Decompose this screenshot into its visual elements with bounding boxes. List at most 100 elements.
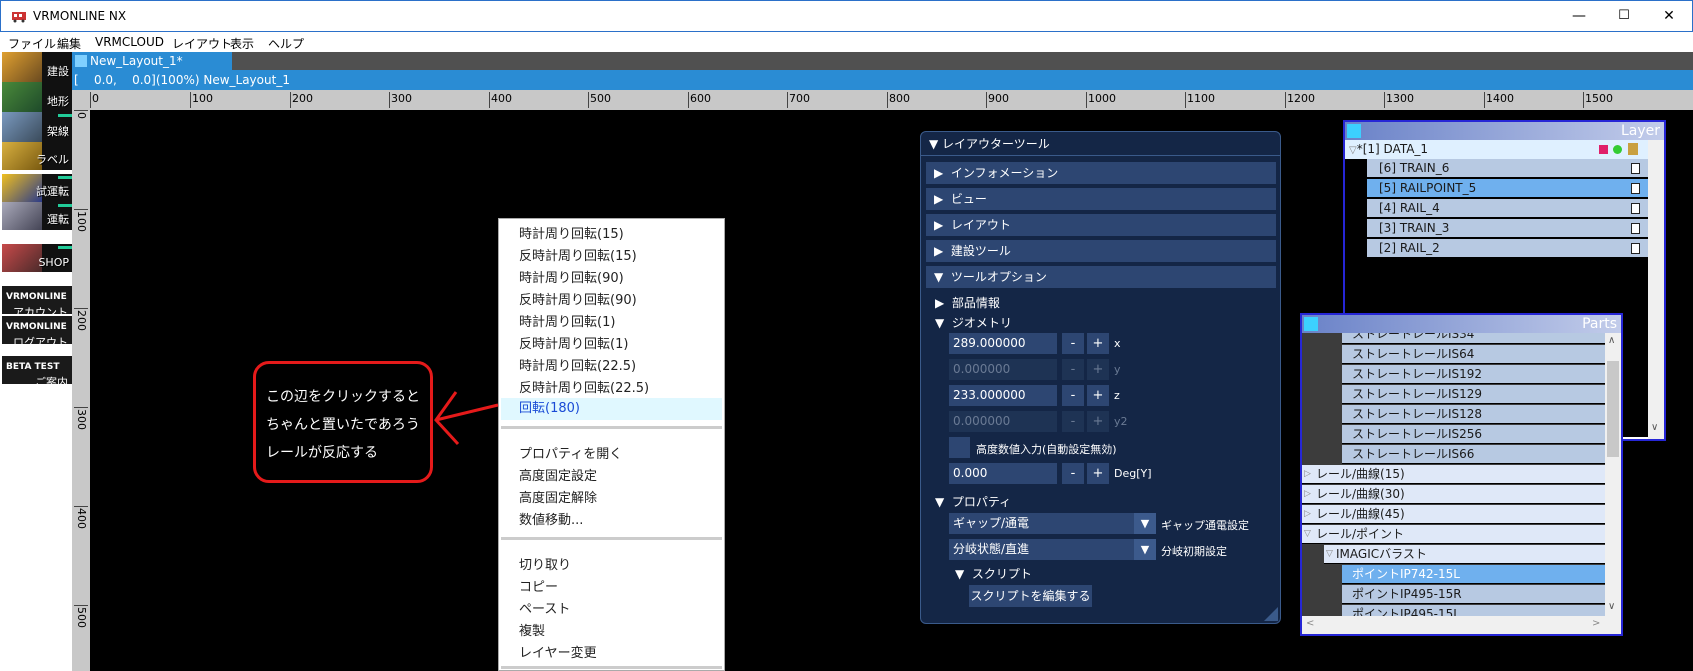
parts-info-node[interactable]: ▶ 部品情報 xyxy=(935,294,1000,311)
layer-item[interactable]: [4] RAIL_4 xyxy=(1367,199,1648,218)
section-information[interactable]: ▶ インフォメーション xyxy=(926,162,1276,184)
layer-item[interactable]: [5] RAILPOINT_5 xyxy=(1367,179,1648,198)
logout-button[interactable]: VRMONLINE ログアウト xyxy=(2,316,72,344)
layer-item[interactable]: [3] TRAIN_3 xyxy=(1367,219,1648,238)
resize-grip-icon[interactable] xyxy=(1264,607,1278,621)
geometry-x-input[interactable]: 289.000000 xyxy=(949,333,1057,354)
parts-window-caption[interactable]: Parts xyxy=(1302,315,1621,333)
z-minus-button[interactable]: - xyxy=(1062,385,1084,406)
menu-item-rotate-ccw-90[interactable]: 反時計周り回転(90) xyxy=(519,289,637,308)
part-item[interactable]: ストレートレールIS129 xyxy=(1342,385,1605,404)
lock-icon[interactable] xyxy=(1628,143,1638,155)
menu-item-paste[interactable]: ペースト xyxy=(519,598,570,617)
deg-minus-button[interactable]: - xyxy=(1062,463,1084,484)
menu-item-rotate-cw-90[interactable]: 時計周り回転(90) xyxy=(519,267,624,286)
scroll-thumb[interactable] xyxy=(1607,361,1619,457)
minimize-button[interactable]: — xyxy=(1556,1,1602,31)
sidebar-item-label[interactable]: ラベル xyxy=(2,142,72,170)
section-layout[interactable]: ▶ レイアウト xyxy=(926,214,1276,236)
deg-y-input[interactable]: 0.000 xyxy=(949,463,1057,484)
scroll-left-icon[interactable]: < xyxy=(1306,618,1314,629)
menu-item-rotate-cw-22-5[interactable]: 時計周り回転(22.5) xyxy=(519,355,636,374)
layer-toggle-icon[interactable] xyxy=(1631,223,1640,234)
layer-toggle-icon[interactable] xyxy=(1631,183,1640,194)
menu-item-open-properties[interactable]: プロパティを開く xyxy=(519,443,622,462)
parts-horizontal-scrollbar[interactable]: < > xyxy=(1302,616,1621,634)
layer-toggle-icon[interactable] xyxy=(1631,243,1640,254)
x-plus-button[interactable]: + xyxy=(1087,333,1109,354)
part-item[interactable]: ストレートレールIS64 xyxy=(1342,345,1605,364)
menu-edit[interactable]: 編集 xyxy=(57,35,81,52)
layer-window-caption[interactable]: Layer xyxy=(1345,122,1664,140)
menu-item-height-unlock[interactable]: 高度固定解除 xyxy=(519,487,597,506)
x-minus-button[interactable]: - xyxy=(1062,333,1084,354)
geometry-node[interactable]: ▼ ジオメトリ xyxy=(935,314,1012,331)
sidebar-item-terrain[interactable]: 地形 xyxy=(2,82,72,112)
menu-item-rotate-ccw-22-5[interactable]: 反時計周り回転(22.5) xyxy=(519,377,649,396)
layer-item[interactable]: [6] TRAIN_6 xyxy=(1367,159,1648,178)
sidebar-item-overhead-wire[interactable]: 架線 xyxy=(2,112,72,142)
part-item[interactable]: ポイントIP495-15R xyxy=(1342,585,1605,604)
menu-item-duplicate[interactable]: 複製 xyxy=(519,620,545,639)
property-node[interactable]: ▼ プロパティ xyxy=(935,493,1011,510)
deg-plus-button[interactable]: + xyxy=(1087,463,1109,484)
menu-item-rotate-ccw-1[interactable]: 反時計周り回転(1) xyxy=(519,333,628,352)
scroll-up-icon[interactable]: ∧ xyxy=(1608,335,1615,346)
close-button[interactable]: ✕ xyxy=(1646,1,1692,31)
layer-root[interactable]: ▽*[1] DATA_1 xyxy=(1345,140,1648,159)
parts-vertical-scrollbar[interactable]: ∧ ∨ xyxy=(1605,333,1621,616)
part-subcategory[interactable]: ▽ IMAGICバラスト xyxy=(1324,545,1605,564)
height-input-checkbox[interactable] xyxy=(949,437,970,458)
menu-file[interactable]: ファイル xyxy=(8,35,56,52)
maximize-button[interactable]: ☐ xyxy=(1601,1,1647,31)
panel-header[interactable]: ▼ レイアウターツール xyxy=(921,132,1280,156)
sidebar-item-run[interactable]: 運転 xyxy=(2,202,72,230)
z-plus-button[interactable]: + xyxy=(1087,385,1109,406)
scroll-down-icon[interactable]: ∨ xyxy=(1651,422,1658,433)
menu-item-rotate-180[interactable]: 回転(180) xyxy=(501,398,722,420)
menu-item-height-lock[interactable]: 高度固定設定 xyxy=(519,465,597,484)
scroll-right-icon[interactable]: > xyxy=(1592,618,1600,629)
section-build-tool[interactable]: ▶ 建設ツール xyxy=(926,240,1276,262)
script-node[interactable]: ▼ スクリプト xyxy=(955,565,1032,582)
menu-item-change-layer[interactable]: レイヤー変更 xyxy=(519,642,597,661)
edit-script-button[interactable]: スクリプトを編集する xyxy=(969,585,1092,607)
layer-scrollbar[interactable]: ∨ xyxy=(1648,140,1664,439)
part-item[interactable]: ストレートレールIS128 xyxy=(1342,405,1605,424)
geometry-z-input[interactable]: 233.000000 xyxy=(949,385,1057,406)
part-category[interactable]: ▽ レール/ポイント xyxy=(1302,525,1605,544)
layer-toggle-icon[interactable] xyxy=(1631,203,1640,214)
sidebar-item-shop[interactable]: SHOP xyxy=(2,244,72,272)
menu-view[interactable]: 表示 xyxy=(230,35,254,52)
layer-toggle-icon[interactable] xyxy=(1631,163,1640,174)
part-item[interactable]: ストレートレールIS66 xyxy=(1342,445,1605,464)
part-category[interactable]: ▷ レール/曲線(45) xyxy=(1302,505,1605,524)
menu-layout[interactable]: レイアウト xyxy=(172,35,232,52)
part-item[interactable]: ポイントIP742-15L xyxy=(1342,565,1605,584)
menu-item-cut[interactable]: 切り取り xyxy=(519,554,571,573)
visibility-icon[interactable] xyxy=(1613,145,1622,154)
section-view[interactable]: ▶ ビュー xyxy=(926,188,1276,210)
section-tool-options[interactable]: ▼ ツールオプション xyxy=(926,266,1276,288)
menu-item-rotate-ccw-15[interactable]: 反時計周り回転(15) xyxy=(519,245,637,264)
gap-select[interactable]: ギャップ/通電 ▼ xyxy=(949,513,1156,534)
part-item[interactable]: ストレートレールIS192 xyxy=(1342,365,1605,384)
menu-item-copy[interactable]: コピー xyxy=(519,576,558,595)
part-item[interactable]: ポイントIP495-15L xyxy=(1342,605,1605,616)
branch-select[interactable]: 分岐状態/直進 ▼ xyxy=(949,539,1156,560)
scroll-down-icon[interactable]: ∨ xyxy=(1608,601,1615,612)
part-category[interactable]: ▷ レール/曲線(15) xyxy=(1302,465,1605,484)
menu-vrmcloud[interactable]: VRMCLOUD xyxy=(95,35,164,49)
part-item[interactable]: ストレートレールIS34 xyxy=(1342,333,1605,344)
menu-item-numeric-move[interactable]: 数値移動... xyxy=(519,509,583,528)
sidebar-item-build[interactable]: 建設 xyxy=(2,52,72,82)
layer-item[interactable]: [2] RAIL_2 xyxy=(1367,239,1648,258)
document-tab[interactable]: New_Layout_1* xyxy=(72,52,232,70)
account-button[interactable]: VRMONLINE アカウント xyxy=(2,286,72,314)
part-item[interactable]: ストレートレールIS256 xyxy=(1342,425,1605,444)
sidebar-item-test-run[interactable]: 試運転 xyxy=(2,174,72,202)
menu-item-rotate-cw-15[interactable]: 時計周り回転(15) xyxy=(519,223,624,242)
beta-test-info-button[interactable]: BETA TEST ご案内 xyxy=(2,356,72,384)
part-category[interactable]: ▷ レール/曲線(30) xyxy=(1302,485,1605,504)
menu-item-rotate-cw-1[interactable]: 時計周り回転(1) xyxy=(519,311,615,330)
